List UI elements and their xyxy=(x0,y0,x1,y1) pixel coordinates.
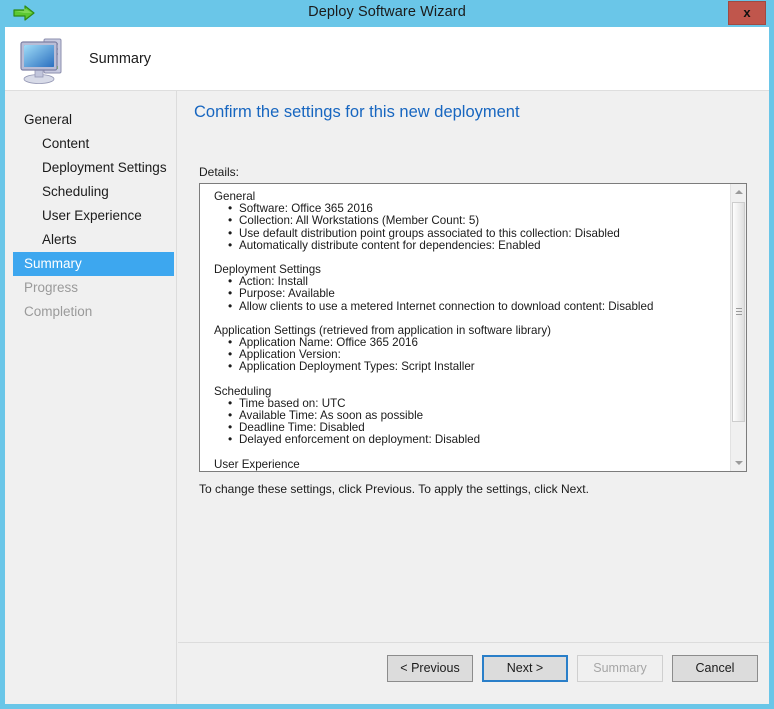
details-label: Details: xyxy=(199,165,240,179)
sidebar-item-completion: Completion xyxy=(5,300,176,324)
details-section-gap xyxy=(214,374,714,386)
details-bullet: Use default distribution point groups as… xyxy=(214,227,714,240)
page-title: Summary xyxy=(89,51,152,67)
scrollbar-grip-icon xyxy=(736,308,742,315)
sidebar-item-content[interactable]: Content xyxy=(5,132,176,156)
sidebar-item-user-experience[interactable]: User Experience xyxy=(5,204,176,228)
sidebar-item-summary[interactable]: Summary xyxy=(13,252,174,276)
previous-button[interactable]: < Previous xyxy=(387,655,473,682)
scroll-up-arrow-icon[interactable] xyxy=(731,184,746,200)
details-scrollbar[interactable] xyxy=(730,184,746,471)
sidebar-item-progress: Progress xyxy=(5,276,176,300)
sidebar-item-label: Completion xyxy=(24,304,93,319)
sidebar-item-label: Summary xyxy=(24,256,82,271)
cancel-button[interactable]: Cancel xyxy=(672,655,758,682)
title-bar: Deploy Software Wizard x xyxy=(5,0,769,27)
details-section-gap xyxy=(214,447,714,459)
sidebar-item-alerts[interactable]: Alerts xyxy=(5,228,176,252)
wizard-buttons: < Previous Next > Summary Cancel xyxy=(387,655,758,682)
sidebar-item-scheduling[interactable]: Scheduling xyxy=(5,180,176,204)
details-bullet: Application Deployment Types: Script Ins… xyxy=(214,360,714,373)
details-section-title: Scheduling xyxy=(214,384,272,398)
details-bullet: User notifications: Display in Software … xyxy=(214,470,714,471)
wizard-header: Summary xyxy=(5,27,769,91)
sidebar-item-label: Alerts xyxy=(42,232,77,247)
body-split: General Content Deployment Settings Schedul… xyxy=(5,91,769,704)
close-button[interactable]: x xyxy=(728,1,766,25)
wizard-window: Deploy Software Wizard x Summary General… xyxy=(0,0,774,709)
computer-monitor-icon xyxy=(17,32,77,86)
instruction-text: To change these settings, click Previous… xyxy=(199,482,589,496)
details-bullet: Allow clients to use a metered Internet … xyxy=(214,300,714,313)
scrollbar-thumb[interactable] xyxy=(732,202,745,422)
scroll-down-arrow-icon[interactable] xyxy=(731,455,746,471)
content-heading: Confirm the settings for this new deploy… xyxy=(194,103,520,121)
next-button[interactable]: Next > xyxy=(482,655,568,682)
sidebar-item-label: Content xyxy=(42,136,90,151)
details-bullet: Purpose: Available xyxy=(214,287,714,300)
details-bullet: Automatically distribute content for dep… xyxy=(214,239,714,252)
window-title: Deploy Software Wizard xyxy=(308,4,466,20)
wizard-sidebar: General Content Deployment Settings Schedul… xyxy=(5,91,177,704)
details-bullet: Delayed enforcement on deployment: Disab… xyxy=(214,433,714,446)
details-text: GeneralSoftware: Office 365 2016Collecti… xyxy=(214,190,714,471)
sidebar-item-deployment-settings[interactable]: Deployment Settings xyxy=(5,156,176,180)
summary-button: Summary xyxy=(577,655,663,682)
sidebar-item-label: Scheduling xyxy=(42,184,109,199)
sidebar-item-label: User Experience xyxy=(42,208,142,223)
sidebar-item-label: Deployment Settings xyxy=(42,160,167,175)
sidebar-item-label: General xyxy=(24,112,73,127)
wizard-content: Confirm the settings for this new deploy… xyxy=(178,91,769,704)
details-scroll-box[interactable]: GeneralSoftware: Office 365 2016Collecti… xyxy=(199,183,747,472)
client-area: Summary General Content Deployment Setting… xyxy=(5,27,769,704)
sidebar-item-general[interactable]: General xyxy=(5,108,176,132)
details-bullet: Collection: All Workstations (Member Cou… xyxy=(214,214,714,227)
sidebar-item-label: Progress xyxy=(24,280,79,295)
button-bar: < Previous Next > Summary Cancel xyxy=(178,642,769,704)
